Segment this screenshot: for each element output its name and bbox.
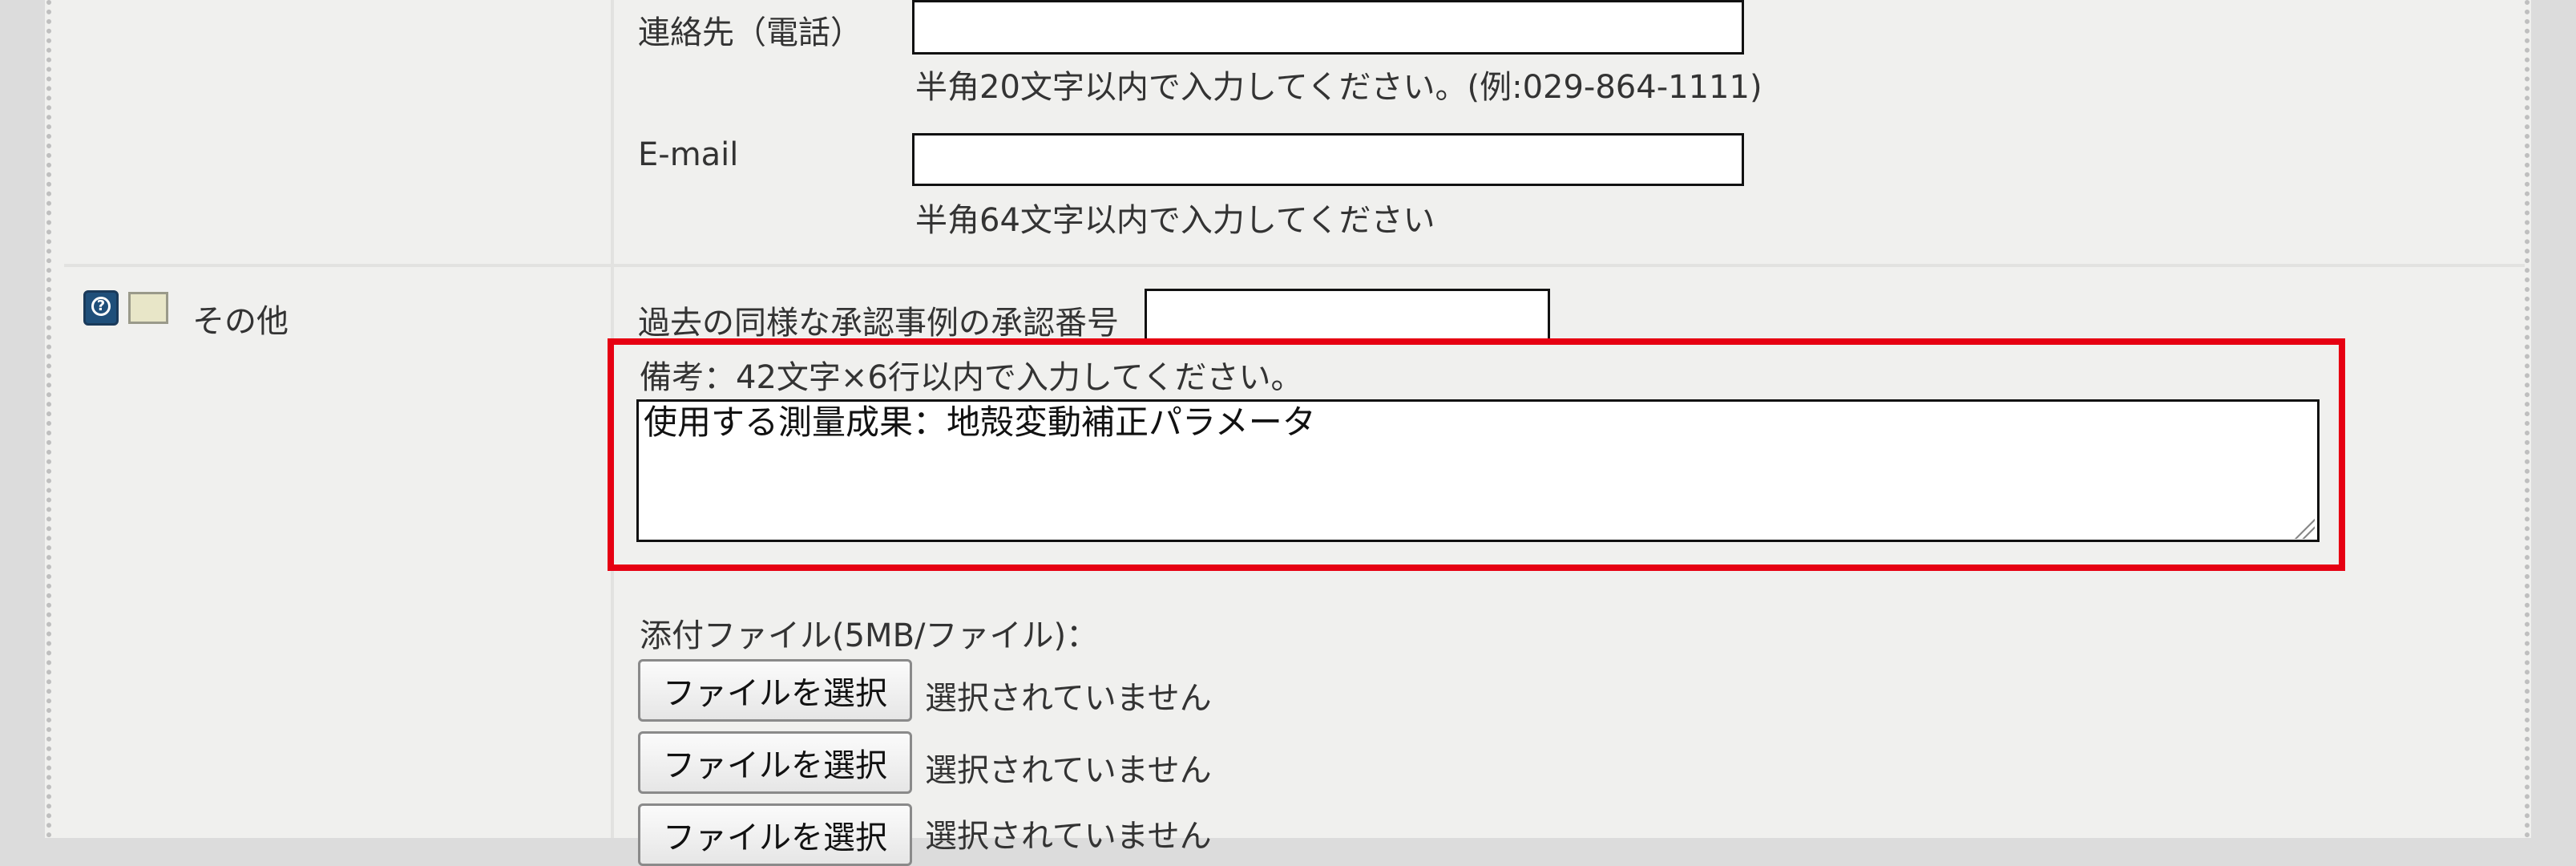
file-select-button-1[interactable]: ファイルを選択 — [638, 659, 912, 722]
help-icon[interactable]: ? — [83, 290, 119, 326]
row-divider — [64, 264, 2525, 267]
email-label: E-mail — [638, 136, 739, 173]
form-page: 連絡先（電話） 半角20文字以内で入力してください。(例:029-864-111… — [0, 0, 2576, 866]
file-status-3: 選択されていません — [925, 818, 1212, 855]
phone-input[interactable] — [912, 0, 1744, 55]
remarks-hint: 備考：42文字×6行以内で入力してください。 — [640, 359, 1303, 396]
phone-label: 連絡先（電話） — [638, 14, 862, 51]
resize-grip-icon[interactable] — [2292, 516, 2315, 539]
file-select-button-2[interactable]: ファイルを選択 — [638, 731, 912, 794]
email-input[interactable] — [912, 133, 1744, 186]
left-dotted-border — [46, 0, 51, 838]
file-status-2: 選択されていません — [925, 752, 1212, 789]
past-approval-input[interactable] — [1145, 289, 1550, 345]
file-select-button-3[interactable]: ファイルを選択 — [638, 803, 912, 866]
phone-hint: 半角20文字以内で入力してください。(例:029-864-1111) — [915, 69, 1762, 106]
memo-icon — [128, 292, 168, 324]
right-gutter — [2531, 0, 2576, 838]
attachments-label: 添付ファイル(5MB/ファイル)： — [640, 617, 1099, 654]
remarks-textarea[interactable]: 使用する測量成果：地殻変動補正パラメータ — [636, 399, 2320, 542]
other-section-label: その他 — [192, 303, 289, 340]
right-dotted-border — [2525, 0, 2530, 838]
past-approval-label: 過去の同様な承認事例の承認番号 — [638, 305, 1119, 342]
file-status-1: 選択されていません — [925, 680, 1212, 717]
section-icons: ? — [83, 290, 180, 329]
email-hint: 半角64文字以内で入力してください — [915, 202, 1435, 239]
left-gutter — [0, 0, 45, 838]
